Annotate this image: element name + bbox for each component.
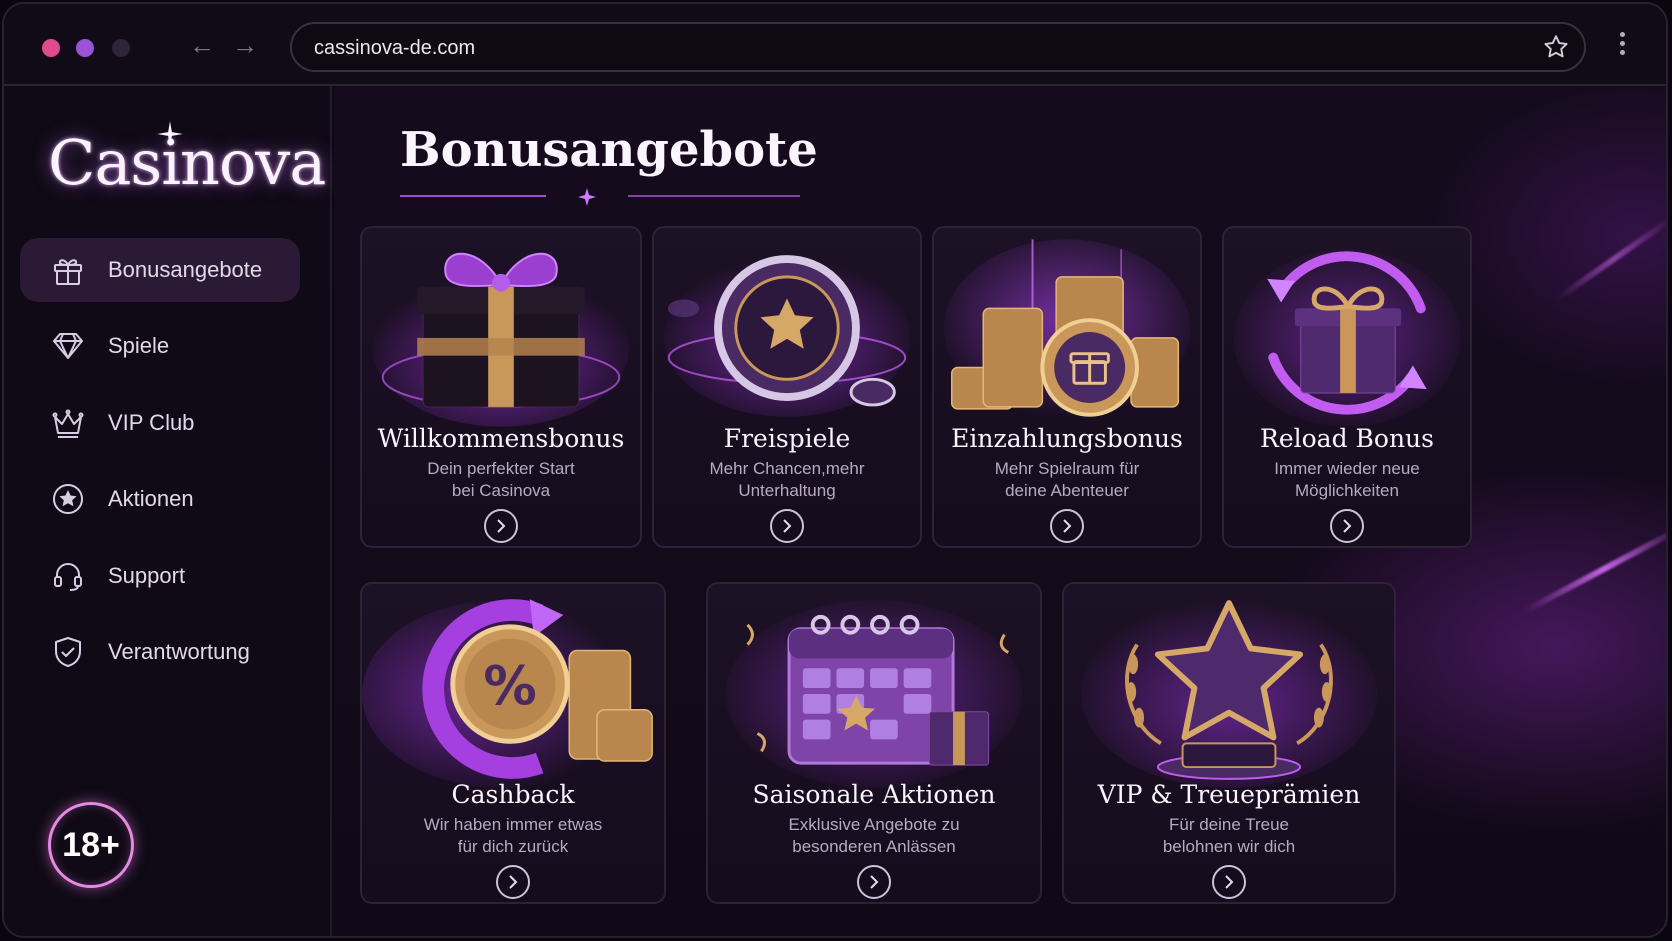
headset-icon (54, 563, 82, 591)
url-text: cassinova-de.com (314, 37, 476, 59)
reload-gift-icon (1233, 249, 1461, 427)
back-arrow-icon[interactable]: ← (187, 30, 217, 60)
sidebar-item-label: Support (108, 563, 186, 588)
card-description: Für deine Treue belohnen wir dich (1162, 815, 1296, 856)
diamond-icon (53, 333, 83, 359)
address-bar[interactable]: cassinova-de.com (290, 22, 1586, 72)
card-description: Mehr Spielraum für deine Abenteuer (994, 459, 1140, 500)
chevron-right-icon[interactable] (1050, 509, 1084, 543)
sidebar-item-bonusangebote[interactable]: Bonusangebote (20, 238, 300, 302)
card-description: Wir haben immer etwas für dich zurück (423, 815, 603, 856)
sidebar-item-verantwortung[interactable]: Verantwortung (20, 620, 300, 684)
card-description: Immer wieder neue Möglichkeiten (1274, 459, 1420, 500)
bonus-card-reload-bonus[interactable]: Reload Bonus Immer wieder neue Möglichkei… (1222, 226, 1472, 548)
decorative-light-streak (1523, 524, 1666, 614)
chevron-right-icon[interactable] (496, 865, 530, 899)
sidebar-item-vip-club[interactable]: VIP Club (20, 391, 300, 455)
chevron-right-icon[interactable] (1330, 509, 1364, 543)
bonus-card-saisonale-aktionen[interactable]: Saisonale Aktionen Exklusive Angebote zu… (706, 582, 1042, 904)
close-window-button[interactable] (42, 39, 60, 57)
card-description: Dein perfekter Start bei Casinova (427, 459, 575, 500)
card-title: Saisonale Aktionen (752, 780, 996, 809)
crown-icon (52, 409, 84, 438)
percent-coin-icon: % (362, 599, 653, 788)
browser-toolbar: ← → cassinova-de.com (4, 4, 1666, 86)
bonus-card-vip-treuepraemien[interactable]: VIP & Treueprämien Für deine Treue belohn… (1062, 582, 1396, 904)
calendar-icon (725, 600, 1023, 788)
coin-stack-icon (943, 239, 1191, 417)
card-title: Willkommensbonus (377, 424, 625, 453)
forward-arrow-icon[interactable]: → (230, 30, 260, 60)
svg-text:%: % (483, 655, 536, 717)
card-title: Cashback (451, 780, 575, 809)
sidebar-item-aktionen[interactable]: Aktionen (20, 467, 300, 531)
card-description: Exklusive Angebote zu besonderen Anlässen (788, 815, 960, 856)
sidebar-item-label: Verantwortung (108, 639, 250, 664)
sidebar: Casinova Bonusangebote Spiele VIP Club A… (4, 86, 332, 936)
chevron-right-icon[interactable] (484, 509, 518, 543)
bonus-card-freispiele[interactable]: Freispiele Mehr Chancen,mehr Unterhaltung (652, 226, 922, 548)
card-title: Freispiele (723, 424, 851, 453)
card-description: Mehr Chancen,mehr Unterhaltung (709, 459, 865, 500)
casino-chip-icon (663, 255, 911, 417)
bonus-card-einzahlungsbonus[interactable]: Einzahlungsbonus Mehr Spielraum für deine… (932, 226, 1202, 548)
sidebar-item-support[interactable]: Support (20, 544, 300, 608)
sparkle-icon (157, 121, 183, 147)
browser-window: ← → cassinova-de.com Casinova Bonusangeb… (2, 2, 1668, 938)
sidebar-item-spiele[interactable]: Spiele (20, 314, 300, 378)
maximize-window-button[interactable] (112, 39, 130, 57)
card-title: Einzahlungsbonus (951, 424, 1183, 453)
page-title: Bonusangebote (400, 122, 818, 178)
bookmark-star-icon[interactable] (1542, 33, 1570, 61)
shield-check-icon (55, 637, 81, 667)
gift-icon (54, 259, 82, 285)
star-trophy-icon (1080, 600, 1378, 788)
age-restriction-badge: 18+ (48, 802, 134, 888)
decorative-light-streak (1554, 216, 1666, 302)
sidebar-item-label: VIP Club (108, 410, 195, 435)
star-circle-icon (53, 484, 83, 514)
gift-box-icon (372, 252, 630, 427)
chevron-right-icon[interactable] (1212, 865, 1246, 899)
bonus-card-cashback[interactable]: % Cashback Wir haben immer etwas für dich… (360, 582, 666, 904)
bonus-card-willkommensbonus[interactable]: Willkommensbonus Dein perfekter Start bei… (360, 226, 642, 548)
casinova-logo[interactable]: Casinova (48, 126, 326, 199)
chevron-right-icon[interactable] (770, 509, 804, 543)
card-title: Reload Bonus (1260, 424, 1434, 453)
minimize-window-button[interactable] (76, 39, 94, 57)
card-title: VIP & Treueprämien (1097, 780, 1361, 809)
more-menu-icon[interactable] (1618, 32, 1626, 60)
title-underline-sparkle-icon (400, 188, 800, 206)
sidebar-item-label: Spiele (108, 333, 170, 358)
sidebar-item-label: Aktionen (108, 486, 194, 511)
sidebar-item-label: Bonusangebote (108, 257, 263, 282)
chevron-right-icon[interactable] (857, 865, 891, 899)
main-content: Bonusangebote Willkommensbonus Dein perf… (334, 86, 1666, 936)
